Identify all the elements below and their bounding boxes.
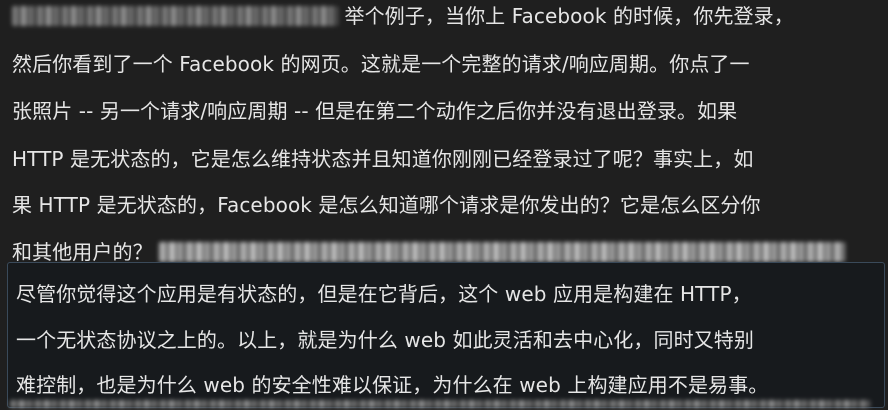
document-page: 举个例子，当你上 Facebook 的时候，你先登录， 然后你看到了一个 Fac… xyxy=(0,0,888,410)
blurred-text xyxy=(159,241,846,262)
paragraph-line-4: HTTP 是无状态的，它是怎么维持状态并且知道你刚刚已经登录过了呢？事实上，如 xyxy=(12,147,754,171)
paragraph-line-5: 果 HTTP 是无状态的，Facebook 是怎么知道哪个请求是你发出的？它是怎… xyxy=(12,193,761,217)
quote-line-2: 一个无状态协议之上的。以上，就是为什么 web 如此灵活和去中心化，同时又特别 xyxy=(16,328,754,352)
blurred-text xyxy=(12,5,338,26)
paragraph-line-2: 然后你看到了一个 Facebook 的网页。这就是一个完整的请求/响应周期。你点… xyxy=(12,52,750,76)
quote-line-1: 尽管你觉得这个应用是有状态的，但是在它背后，这个 web 应用是构建在 HTTP… xyxy=(16,282,752,306)
blurred-text xyxy=(10,400,870,408)
paragraph-line-1: 举个例子，当你上 Facebook 的时候，你先登录， xyxy=(12,2,794,30)
quote-line-3: 难控制，也是为什么 web 的安全性难以保证，为什么在 web 上构建应用不是易… xyxy=(16,373,769,397)
paragraph-line-1-text: 举个例子，当你上 Facebook 的时候，你先登录， xyxy=(344,4,794,28)
paragraph-line-6-text: 和其他用户的？ xyxy=(12,240,153,264)
paragraph-line-3: 张照片 -- 另一个请求/响应周期 -- 但是在第二个动作之后你并没有退出登录。… xyxy=(12,99,738,123)
